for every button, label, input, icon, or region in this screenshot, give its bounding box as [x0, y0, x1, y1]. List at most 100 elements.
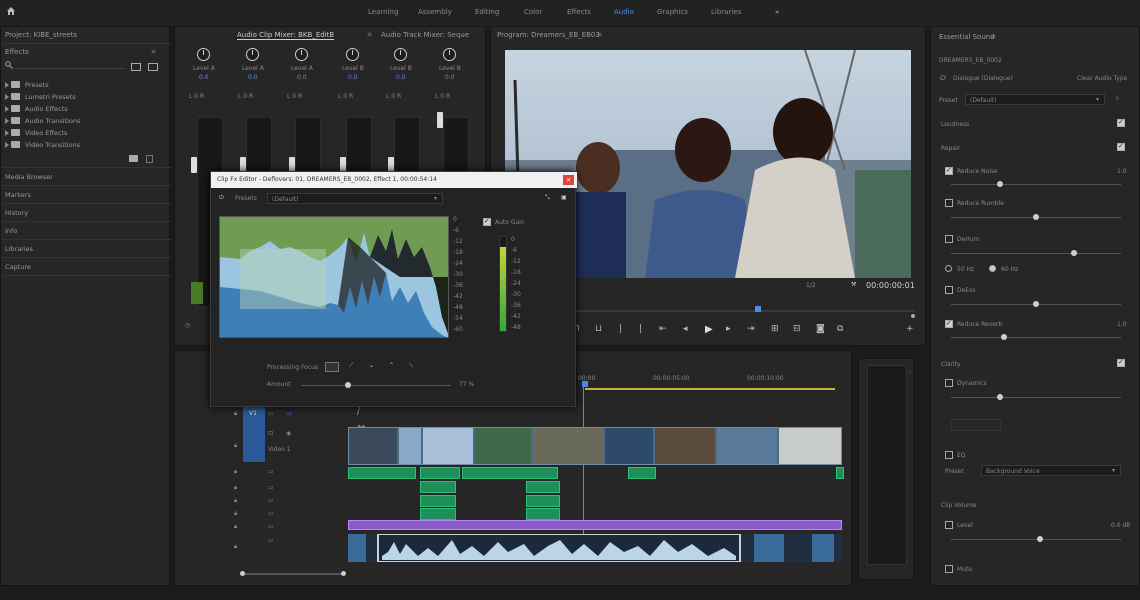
power-icon[interactable]: ⏻ [219, 194, 224, 202]
pan-value[interactable]: 0.0 [297, 74, 307, 81]
slider-track[interactable] [951, 539, 1121, 540]
amount-value[interactable]: 77 % [459, 381, 474, 388]
music-track[interactable] [348, 533, 842, 563]
pan-knob[interactable] [443, 48, 456, 61]
slider-track[interactable] [951, 184, 1121, 185]
loudness-label[interactable]: Loudness [941, 121, 969, 128]
project-title[interactable]: Project: KIBE_streets [5, 31, 77, 39]
amount-slider-track[interactable] [301, 385, 451, 386]
section-media-browser[interactable]: Media Browser [5, 173, 53, 181]
tab-editing[interactable]: Editing [475, 8, 499, 16]
tab-color[interactable]: Color [524, 8, 542, 16]
focus-flat-icon[interactable] [325, 362, 339, 372]
go-to-out-icon[interactable]: ⇥ [747, 325, 755, 334]
reduce-reverb-checkbox[interactable] [945, 319, 953, 328]
add-button-icon[interactable]: + [906, 325, 914, 334]
camera-icon[interactable]: ◙ [816, 325, 825, 334]
tab-libraries[interactable]: Libraries [711, 8, 741, 16]
loudness-checkbox[interactable] [1117, 118, 1125, 127]
auto-gain-checkbox[interactable] [483, 217, 491, 226]
step-forward-icon[interactable]: ▸ [726, 325, 731, 334]
focus-top-icon[interactable]: ⟍ [409, 362, 413, 370]
focus-mid-icon[interactable]: ⌄ [369, 362, 374, 369]
audio-clip[interactable] [526, 508, 560, 520]
sync-lock-icon[interactable]: ⊡ [268, 430, 273, 437]
wrench-icon[interactable]: ⚒ [851, 281, 856, 288]
time-ruler[interactable]: 00:00 00:00:05:00 00:00:10:00 [575, 375, 845, 390]
menu-icon[interactable]: ≡ [991, 33, 996, 40]
dynamics-slider[interactable] [997, 394, 1003, 400]
track-output-icon[interactable]: ▭ [268, 510, 274, 517]
tree-item-presets[interactable]: Presets [25, 81, 49, 89]
reduce-reverb-value[interactable]: 1.0 [1117, 321, 1127, 328]
track-output-icon[interactable]: ▭ [286, 410, 292, 417]
go-to-in-point-icon[interactable]: ⇤ [659, 325, 667, 334]
effects-search-input[interactable] [15, 62, 125, 69]
clarity-label[interactable]: Clarity [941, 361, 961, 368]
audio-clip[interactable] [526, 481, 560, 493]
toggle-sync-icon[interactable]: ▭ [268, 410, 274, 417]
reduce-reverb-slider[interactable] [1001, 334, 1007, 340]
tab-audio-track-mixer[interactable]: Audio Track Mixer: Seque [381, 31, 469, 39]
reduce-noise-value[interactable]: 1.0 [1117, 168, 1127, 175]
deess-slider[interactable] [1033, 301, 1039, 307]
tree-item-lumetri[interactable]: Lumetri Presets [25, 93, 76, 101]
lock-icon[interactable]: 🔒︎ [234, 468, 237, 476]
add-marker-icon[interactable]: | [639, 325, 642, 334]
tab-audio-clip-mixer[interactable]: Audio Clip Mixer: BKB_EditB [237, 31, 335, 40]
compare-icon[interactable]: ⧉ [837, 325, 843, 334]
expand-triangle-icon[interactable] [5, 94, 9, 100]
mute-checkbox[interactable] [945, 565, 953, 573]
pan-value[interactable]: 0.0 [348, 74, 358, 81]
pan-value[interactable]: 0.0 [248, 74, 258, 81]
expand-triangle-icon[interactable] [5, 82, 9, 88]
video-clip-strip[interactable] [348, 427, 842, 465]
hz50-radio[interactable] [945, 265, 952, 272]
play-icon[interactable]: ▶ [705, 325, 713, 335]
program-timecode[interactable]: 00:00:00:01 [866, 281, 915, 290]
dynamics-checkbox[interactable] [945, 379, 953, 387]
lock-icon[interactable]: 🔒︎ [234, 523, 237, 531]
section-history[interactable]: History [5, 209, 28, 217]
tab-assembly[interactable]: Assembly [418, 8, 452, 16]
reduce-rumble-checkbox[interactable] [945, 199, 953, 207]
audio-clip[interactable] [836, 467, 844, 479]
audio-clip[interactable] [420, 481, 456, 493]
reduce-noise-slider[interactable] [997, 181, 1003, 187]
tab-learning[interactable]: Learning [368, 8, 398, 16]
section-capture[interactable]: Capture [5, 263, 31, 271]
tab-graphics[interactable]: Graphics [657, 8, 688, 16]
level-slider[interactable] [1037, 536, 1043, 542]
link-icon[interactable]: ⤡ [545, 194, 550, 202]
channel-icon[interactable]: ◷ [185, 322, 190, 329]
step-back-icon[interactable]: ◂ [683, 325, 688, 334]
audio-clip[interactable] [420, 508, 456, 520]
adjustment-clip[interactable] [348, 520, 842, 530]
home-icon[interactable] [6, 6, 16, 16]
target-track-v1[interactable]: V1 [243, 406, 265, 462]
track-output-icon[interactable]: ▭ [268, 497, 274, 504]
track-output-icon[interactable]: ▭ [268, 484, 274, 491]
level-checkbox[interactable] [945, 521, 953, 529]
dialog-preset-select[interactable]: (Default) ▾ [267, 193, 443, 204]
preset-select[interactable]: (Default) ▾ [965, 94, 1105, 105]
tree-item-video-effects[interactable]: Video Effects [25, 129, 67, 137]
lock-icon[interactable]: 🔒︎ [234, 484, 237, 492]
extract-icon[interactable]: ⊟ [793, 325, 801, 334]
eq-checkbox[interactable] [945, 451, 953, 459]
32bit-icon[interactable] [148, 63, 158, 71]
audio-clip[interactable] [420, 495, 456, 507]
dynamics-graph[interactable] [219, 216, 449, 338]
menu-icon[interactable]: ≡ [597, 31, 602, 38]
audio-clip[interactable] [462, 467, 558, 479]
razor-tool-icon[interactable]: ⧸ [357, 406, 360, 417]
program-title[interactable]: Program: Dreamers_EB_EB03 [497, 31, 600, 39]
dehum-checkbox[interactable] [945, 235, 953, 243]
amount-slider[interactable] [345, 382, 351, 388]
pan-knob[interactable] [197, 48, 210, 61]
audio-clip[interactable] [348, 467, 416, 479]
expand-triangle-icon[interactable] [5, 106, 9, 112]
go-to-in-icon[interactable]: | [619, 325, 622, 334]
timeline-zoom-scroll[interactable] [240, 571, 346, 576]
focus-high-icon[interactable]: ⌃ [389, 362, 394, 369]
